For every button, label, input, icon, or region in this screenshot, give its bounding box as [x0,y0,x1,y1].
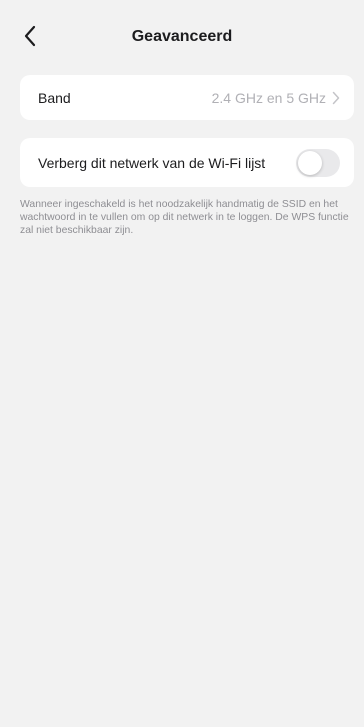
hide-network-label: Verberg dit netwerk van de Wi-Fi lijst [38,154,266,171]
hide-network-description: Wanneer ingeschakeld is het noodzakelijk… [20,199,349,236]
band-value: 2.4 GHz en 5 GHz [211,89,326,106]
page-title: Geavanceerd [131,28,233,45]
hide-network-card: Verberg dit netwerk van de Wi-Fi lijst [20,138,354,187]
band-row[interactable]: Band 2.4 GHz en 5 GHz [20,75,354,120]
band-setting-card[interactable]: Band 2.4 GHz en 5 GHz [20,75,354,120]
band-value-group: 2.4 GHz en 5 GHz [212,90,340,106]
toggle-knob [298,150,322,175]
chevron-right-icon [332,91,340,104]
hide-network-row: Verberg dit netwerk van de Wi-Fi lijst [20,138,354,187]
navigation-bar: Geavanceerd [0,0,364,76]
hide-network-toggle[interactable] [296,148,340,177]
band-label: Band [38,89,71,106]
